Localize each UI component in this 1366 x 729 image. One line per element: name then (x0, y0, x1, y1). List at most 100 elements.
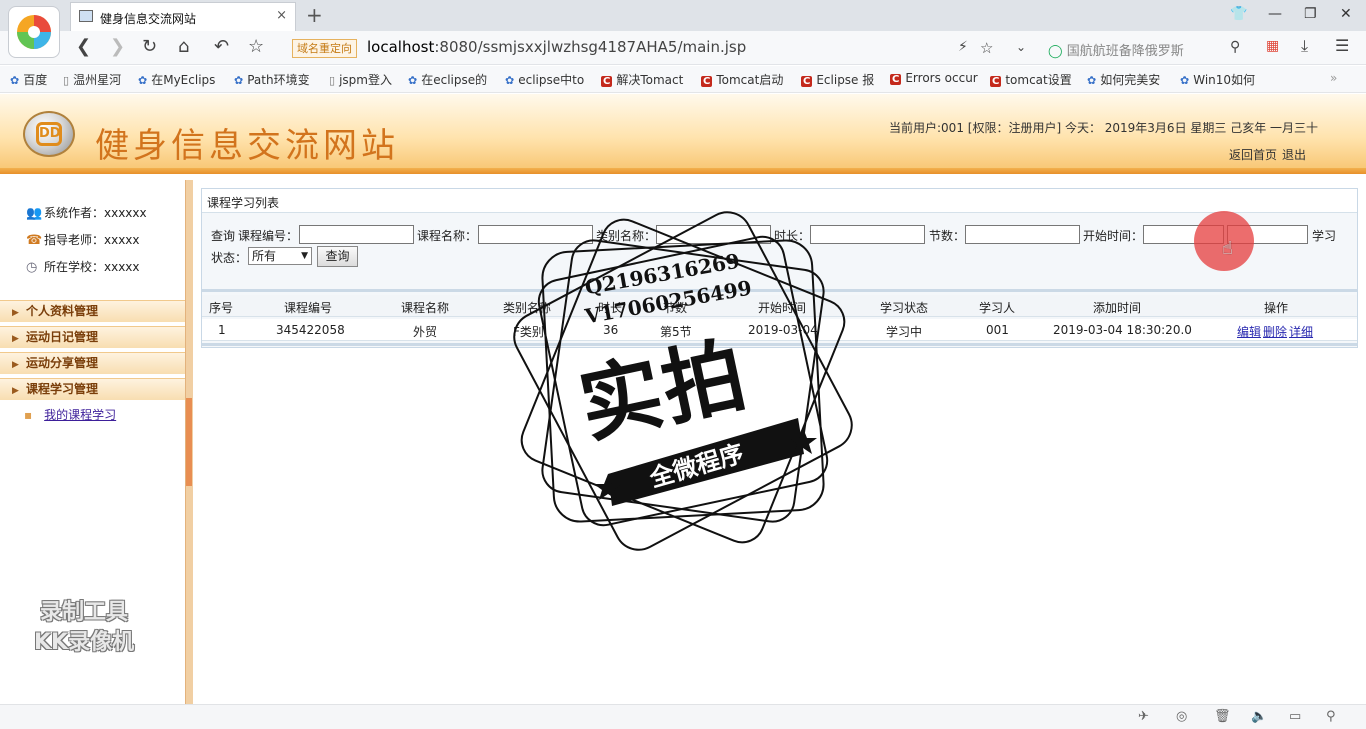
row-category: F类别 (513, 325, 544, 339)
bookmarks-overflow-icon[interactable]: » (1330, 71, 1337, 85)
col-header: 序号 (209, 301, 234, 315)
bookmark-item[interactable]: ✿ 在MyEclips (138, 71, 215, 88)
study-label: 学习 (1312, 229, 1337, 243)
csdn-icon: C (990, 76, 1002, 87)
download-icon[interactable]: ⤓ (1301, 36, 1308, 56)
panel-title: 课程学习列表 (202, 189, 1357, 213)
paw-icon: ✿ (505, 74, 515, 87)
csdn-icon: C (701, 76, 713, 87)
favorite-star-icon[interactable]: ☆ (248, 36, 264, 57)
bookmark-item[interactable]: ✿ eclipse中to (505, 71, 584, 88)
accelerate-icon[interactable]: ✈ (1138, 709, 1149, 724)
col-header: 添加时间 (1093, 301, 1142, 315)
search-icon[interactable]: ⚲ (1230, 39, 1240, 55)
sections-input[interactable] (965, 225, 1080, 244)
redirect-badge[interactable]: 域名重定向 (292, 39, 357, 58)
paw-icon: ✿ (234, 74, 244, 87)
trash-icon[interactable]: 🗑 (1214, 709, 1231, 724)
row-start: 2019-03-04 (748, 323, 818, 337)
row-no: 1 (218, 323, 226, 337)
caret-down-icon: ▶ (12, 386, 19, 396)
bookmark-item[interactable]: ✿ 如何完美安 (1087, 71, 1160, 88)
menu-course-study[interactable]: ▶ 课程学习管理 (0, 378, 185, 400)
status-select[interactable]: 所有 ▼ (248, 247, 312, 265)
bookmark-item[interactable]: ✿ Win10如何 (1180, 71, 1255, 88)
teacher-icon: ☎ (26, 233, 43, 248)
home-link[interactable]: 返回首页 (1229, 148, 1277, 162)
refresh-icon[interactable]: ◎ (1176, 709, 1187, 724)
browser-tab[interactable]: 健身信息交流网站 × (70, 2, 296, 31)
new-tab-button[interactable]: + (306, 3, 323, 27)
minimize-icon[interactable]: — (1268, 6, 1282, 22)
address-bar[interactable]: localhost:8080/ssmjsxxjlwzhsg4187AHA5/ma… (367, 38, 746, 56)
apps-grid-icon[interactable]: ▦ (1266, 38, 1279, 54)
course-no-input[interactable] (299, 225, 414, 244)
teacher-info: ☎ 指导老师：xxxxx (26, 233, 140, 248)
bookmark-item[interactable]: ✿ Path环境变 (234, 71, 310, 88)
browser-navbar: ❮ ❯ ↻ ⌂ ↶ ☆ 域名重定向 localhost:8080/ssmjsxx… (0, 31, 1366, 65)
row-code: 345422058 (276, 323, 345, 337)
query-button[interactable]: 查询 (317, 246, 358, 267)
skin-icon[interactable]: 👕 (1230, 6, 1247, 22)
menu-sport-share[interactable]: ▶ 运动分享管理 (0, 352, 185, 374)
bookmark-item[interactable]: C Tomcat启动 (701, 71, 783, 88)
course-name-input[interactable] (478, 225, 593, 244)
back-icon[interactable]: ❮ (76, 36, 91, 57)
users-icon: 👥 (26, 206, 43, 221)
paw-icon: ✿ (138, 74, 148, 87)
menu-icon[interactable]: ☰ (1335, 36, 1349, 55)
zoom-icon[interactable]: ⚲ (1326, 709, 1336, 724)
bookmark-item[interactable]: ✿ 百度 (10, 71, 47, 88)
page-icon: ▯ (63, 74, 70, 87)
bookmark-item[interactable]: C Eclipse 报 (801, 71, 874, 88)
current-user-info: 当前用户:001 [权限：注册用户] 今天： 2019年3月6日 星期三 己亥年… (889, 121, 1319, 135)
dropdown-arrow-icon: ▼ (301, 251, 308, 261)
col-header: 课程编号 (284, 301, 333, 315)
bookmark-star-icon[interactable]: ☆ (980, 39, 993, 57)
category-input[interactable] (656, 225, 771, 244)
col-header: 节数 (663, 301, 688, 315)
logout-link[interactable]: 退出 (1282, 148, 1306, 162)
my-course-link[interactable]: 我的课程学习 (44, 408, 116, 422)
browser-logo-icon[interactable] (8, 6, 60, 58)
edit-link[interactable]: 编辑 (1237, 325, 1261, 339)
bookmark-item[interactable]: ▯ jspm登入 (329, 71, 392, 88)
status-label: 状态： (211, 251, 248, 265)
bookmark-item[interactable]: ▯ 温州星河 (63, 71, 121, 88)
bookmark-item[interactable]: ✿ 在eclipse的 (408, 71, 487, 88)
search-field[interactable]: ◯ 国航航班备降俄罗斯 (1048, 40, 1184, 59)
col-header: 类别名称 (503, 301, 552, 315)
caret-right-icon: ▶ (12, 334, 19, 344)
paw-icon: ✿ (408, 74, 418, 87)
sub-menu-my-course[interactable]: ▪ 我的课程学习 (24, 406, 116, 423)
sidebar-toggle-handle[interactable] (186, 398, 192, 486)
bookmark-item[interactable]: C 解决Tomact (601, 71, 683, 88)
author-info: 👥 系统作者：xxxxxx (26, 206, 147, 221)
undo-icon[interactable]: ↶ (214, 36, 229, 57)
reload-icon[interactable]: ↻ (142, 36, 157, 57)
chevron-down-icon[interactable]: ⌄ (1016, 40, 1026, 54)
bookmark-item[interactable]: Ctomcat设置 (990, 71, 1072, 88)
window-icon[interactable]: ▭ (1289, 709, 1301, 724)
table-header: 序号 课程编号 课程名称 类别名称 时长 节数 开始时间 学习状态 学习人 添加… (202, 295, 1357, 317)
duration-input[interactable] (810, 225, 925, 244)
bookmark-item[interactable]: C Errors occur (890, 71, 978, 85)
tab-title: 健身信息交流网站 (100, 12, 197, 26)
home-icon[interactable]: ⌂ (178, 36, 189, 57)
menu-sport-diary[interactable]: ▶ 运动日记管理 (0, 326, 185, 348)
menu-profile[interactable]: ▶ 个人资料管理 (0, 300, 185, 322)
close-window-icon[interactable]: ✕ (1340, 6, 1352, 22)
sound-icon[interactable]: 🔈 (1251, 709, 1267, 724)
csdn-icon: C (601, 76, 613, 87)
forward-icon[interactable]: ❯ (110, 36, 125, 57)
detail-link[interactable]: 详细 (1289, 325, 1313, 339)
caret-right-icon: ▶ (12, 360, 19, 370)
close-tab-icon[interactable]: × (276, 8, 287, 23)
site-header: DD 健身信息交流网站 当前用户:001 [权限：注册用户] 今天： 2019年… (0, 94, 1366, 174)
lightning-icon[interactable]: ⚡ (958, 39, 968, 55)
restore-icon[interactable]: ❐ (1304, 6, 1317, 22)
school-info: ◷ 所在学校：xxxxx (26, 260, 140, 275)
col-header: 课程名称 (401, 301, 450, 315)
table-row: 1 345422058 外贸 F类别 36 第5节 2019-03-04 学习中… (202, 319, 1357, 341)
delete-link[interactable]: 删除 (1263, 325, 1287, 339)
